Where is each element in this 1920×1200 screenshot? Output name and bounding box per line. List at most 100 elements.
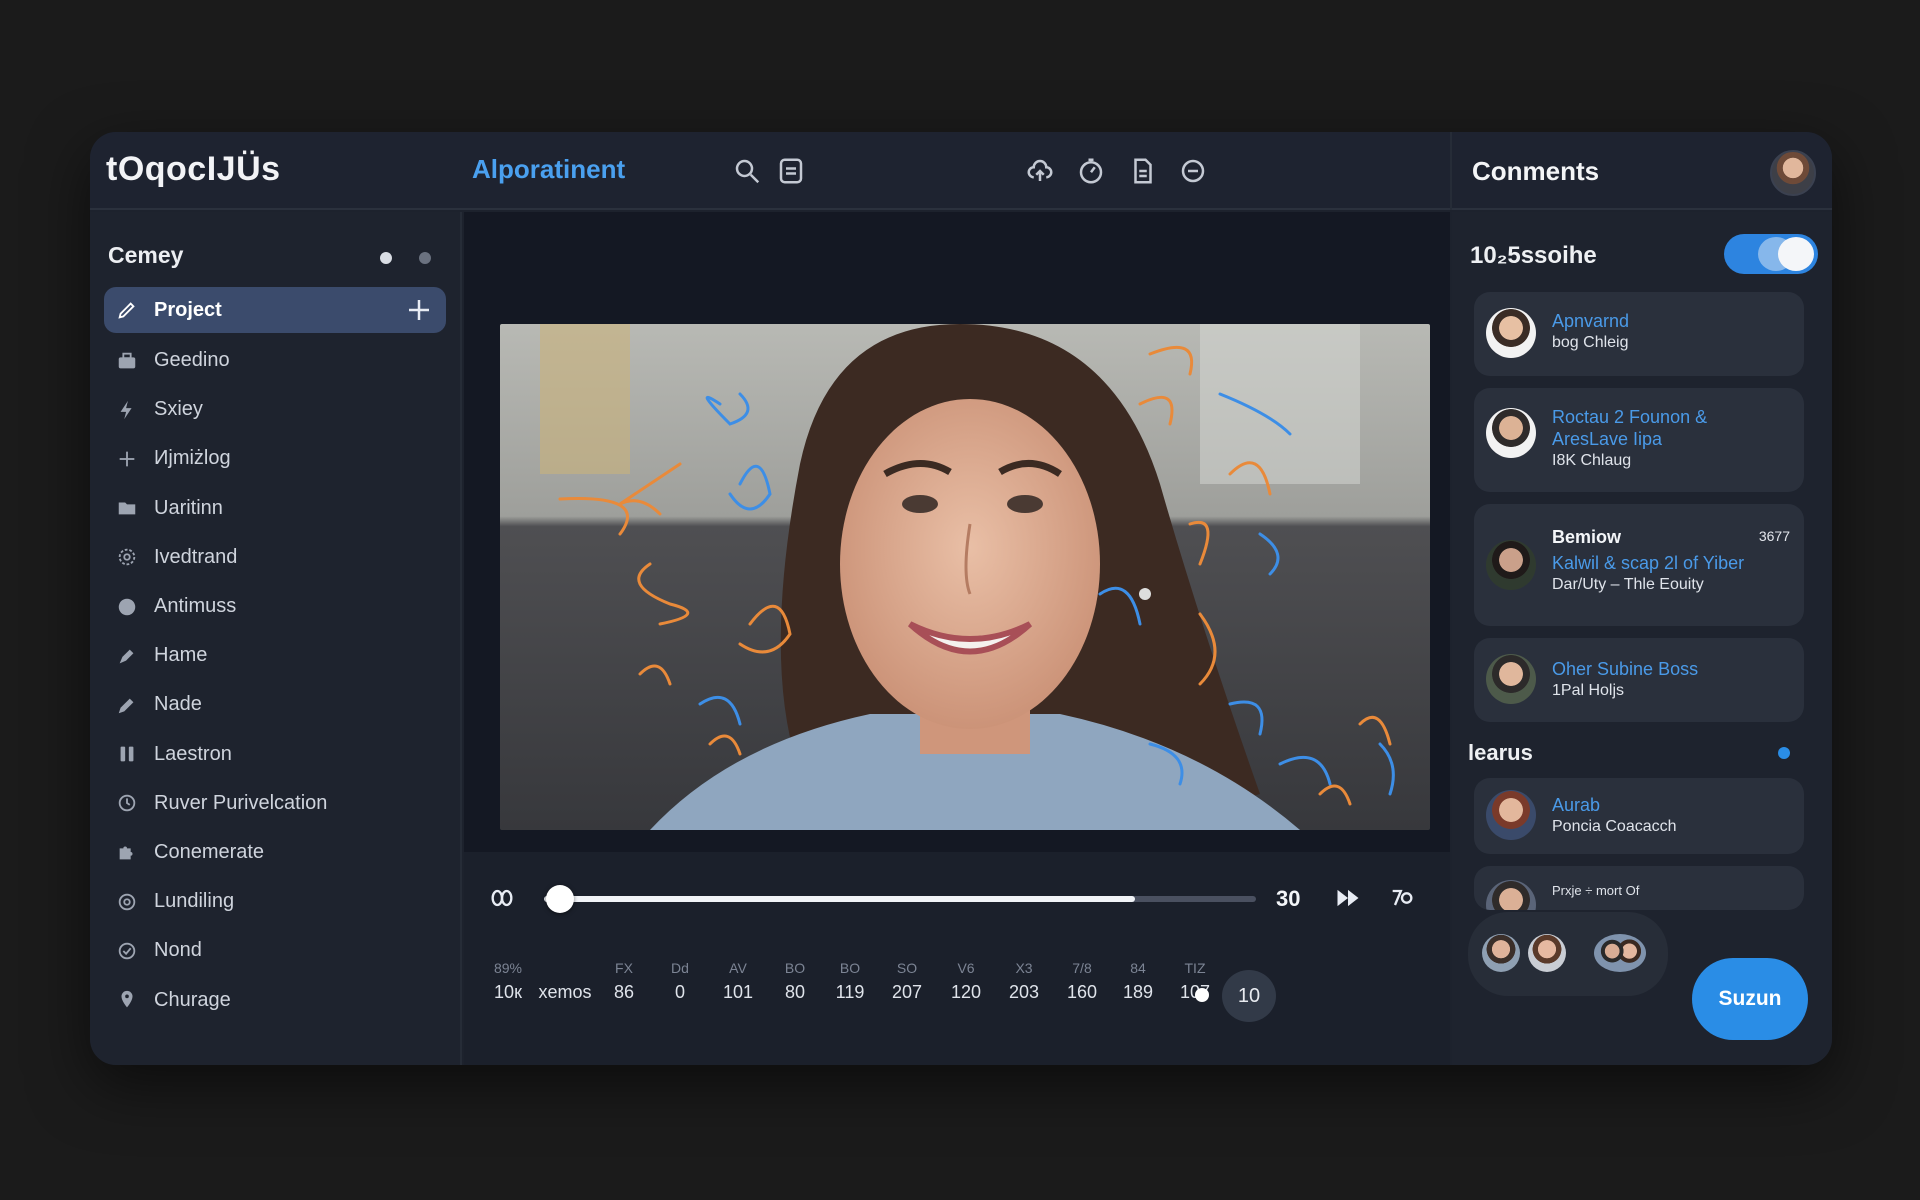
stat-value: 120 xyxy=(950,982,982,1002)
frame-badge[interactable]: 10 xyxy=(1222,970,1276,1022)
stat-value: 80 xyxy=(784,982,806,1002)
comment-author: Apnvarnd xyxy=(1552,311,1630,331)
comment-card[interactable]: Prxje ÷ mort Of xyxy=(1474,866,1804,910)
comments-toggle[interactable] xyxy=(1724,234,1818,274)
sidebar-item-ivedtrand[interactable]: Ivedtrand xyxy=(104,533,446,582)
stat-value: 207 xyxy=(891,982,923,1002)
sidebar-item-label: Nond xyxy=(154,939,202,962)
sidebar-item-antimuss[interactable]: Antimuss xyxy=(104,582,446,631)
cog-icon xyxy=(114,544,140,570)
bag-icon xyxy=(114,348,140,374)
speed-icon[interactable] xyxy=(1388,884,1416,912)
stat-header: BO xyxy=(839,960,861,976)
sidebar-item-label: Conemerate xyxy=(154,840,265,863)
timeline-stat-column: SO 207 xyxy=(876,960,938,1003)
sidebar-item-project[interactable]: Project xyxy=(104,287,446,333)
header-divider xyxy=(1450,132,1452,210)
stat-header xyxy=(532,960,598,982)
document-icon[interactable] xyxy=(776,156,806,186)
stat-header: AV xyxy=(729,960,747,976)
file-icon[interactable] xyxy=(1128,156,1158,186)
stat-value: 86 xyxy=(613,982,635,1002)
document-title[interactable]: Alporatinent xyxy=(472,154,625,185)
circle-icon xyxy=(114,594,140,620)
puzzle-icon xyxy=(114,839,140,865)
sidebar-item-4[interactable]: Ијmiżlog xyxy=(104,434,446,483)
minus-circle-icon[interactable] xyxy=(1178,156,1208,186)
sidebar-item-geedino[interactable]: Geedino xyxy=(104,336,446,385)
app-logo: tOqocIJÜs xyxy=(106,150,281,188)
stat-header: 7/8 xyxy=(1072,960,1092,976)
submit-button[interactable]: Suzun xyxy=(1692,958,1808,1040)
sidebar-item-uaritinn[interactable]: Uaritinn xyxy=(104,484,446,533)
stat-value: 203 xyxy=(1008,982,1040,1002)
comment-card[interactable]: Aurab Poncia Coacacch xyxy=(1474,778,1804,854)
sidebar-item-label: Laestron xyxy=(154,742,232,765)
comment-card[interactable]: Oher Subine Boss 1Pal Holjs xyxy=(1474,638,1804,722)
comments-panel: 10₂5ssoihe Apnvarnd bog Chleig Roctau 2 … xyxy=(1452,212,1832,1065)
check-circle-icon xyxy=(114,938,140,964)
comment-author-extra: AresLave Iipa xyxy=(1552,429,1663,449)
sidebar-item-lundiling[interactable]: Lundiling xyxy=(104,877,446,926)
avatar xyxy=(1528,934,1566,972)
sidebar-item-hame[interactable]: Hame xyxy=(104,631,446,680)
comment-author: Bemiow xyxy=(1552,527,1622,547)
comment-text: Kalwil & scap 2l of Yiber xyxy=(1552,553,1745,573)
sidebar-item-label: Lundiling xyxy=(154,890,235,913)
stat-value: 119 xyxy=(835,982,865,1002)
sidebar-item-laestron[interactable]: Laestron xyxy=(104,730,446,779)
marker-dot[interactable] xyxy=(1195,988,1209,1002)
comment-card[interactable]: Bemiow Kalwil & scap 2l of Yiber Dar/Uty… xyxy=(1474,504,1804,626)
fast-forward-icon[interactable] xyxy=(1334,884,1362,912)
timeline-stat-column: BO 119 xyxy=(824,960,876,1003)
sidebar-item-nade[interactable]: Nade xyxy=(104,680,446,729)
avatar xyxy=(1486,308,1536,358)
timeline-time: 30 xyxy=(1276,886,1301,911)
section-heading: learus xyxy=(1468,740,1533,765)
stat-value: xemos xyxy=(538,982,592,1002)
comment-card[interactable]: Roctau 2 Founon & AresLave Iipa I8K Chla… xyxy=(1474,388,1804,492)
sidebar-item-nond[interactable]: Nond xyxy=(104,926,446,975)
comment-meta: Dar/Uty – Thle Eouity xyxy=(1552,576,1704,593)
playhead-handle[interactable] xyxy=(546,885,574,913)
search-icon[interactable] xyxy=(732,156,762,186)
sidebar-item-label: Nade xyxy=(154,693,202,716)
stat-header: FX xyxy=(615,960,633,976)
comments-title: Conments xyxy=(1472,156,1600,186)
comments-subtitle: 10₂5ssoihe xyxy=(1470,242,1597,269)
video-frame[interactable] xyxy=(500,324,1430,830)
participants-group[interactable] xyxy=(1468,912,1668,996)
loop-icon[interactable] xyxy=(488,884,516,912)
stat-value: 10к xyxy=(494,982,522,1002)
comment-card[interactable]: Apnvarnd bog Chleig xyxy=(1474,292,1804,376)
stat-header: X3 xyxy=(1015,960,1033,976)
pencil-icon xyxy=(114,692,140,718)
sidebar: Cemey Project Geedino Sxiey Ијmiżlog Uar… xyxy=(90,212,462,1065)
add-project-icon[interactable] xyxy=(404,295,434,325)
sidebar-item-sxiey[interactable]: Sxiey xyxy=(104,385,446,434)
timer-icon[interactable] xyxy=(1076,156,1106,186)
sidebar-nav: Project Geedino Sxiey Ијmiżlog Uaritinn xyxy=(104,287,446,1025)
status-dot xyxy=(419,252,431,264)
timeline-stat-column: V6 120 xyxy=(938,960,994,1003)
portrait-image xyxy=(500,324,1430,830)
pencil-icon xyxy=(114,297,140,323)
comment-author: Aurab xyxy=(1552,795,1601,815)
sidebar-item-churage[interactable]: Churage xyxy=(104,975,446,1024)
stat-header: 84 xyxy=(1130,960,1146,976)
stat-header: V6 xyxy=(957,960,975,976)
avatar xyxy=(1594,934,1646,972)
timeline-scrubber[interactable] xyxy=(544,885,1256,913)
sidebar-item-label: Sxiey xyxy=(154,398,203,421)
timeline-panel: 30 89% 10к xemos FX 86 Dd 0 AV 101 BO 80 BO 119 SO 207… xyxy=(464,852,1450,1065)
comment-text: Prxje ÷ mort Of xyxy=(1552,883,1640,898)
comment-text: 1Pal Holjs xyxy=(1552,682,1625,699)
cloud-upload-icon[interactable] xyxy=(1025,156,1055,186)
stat-header: Dd xyxy=(671,960,689,976)
stat-value: 101 xyxy=(722,982,754,1002)
comment-text: I8K Chlaug xyxy=(1552,452,1632,469)
sidebar-item-conemerate[interactable]: Conemerate xyxy=(104,828,446,877)
timeline-stat-column: 89% 10к xyxy=(484,960,532,1003)
sidebar-item-ruver[interactable]: Ruver Purivelcation xyxy=(104,779,446,828)
user-avatar[interactable] xyxy=(1770,150,1816,196)
